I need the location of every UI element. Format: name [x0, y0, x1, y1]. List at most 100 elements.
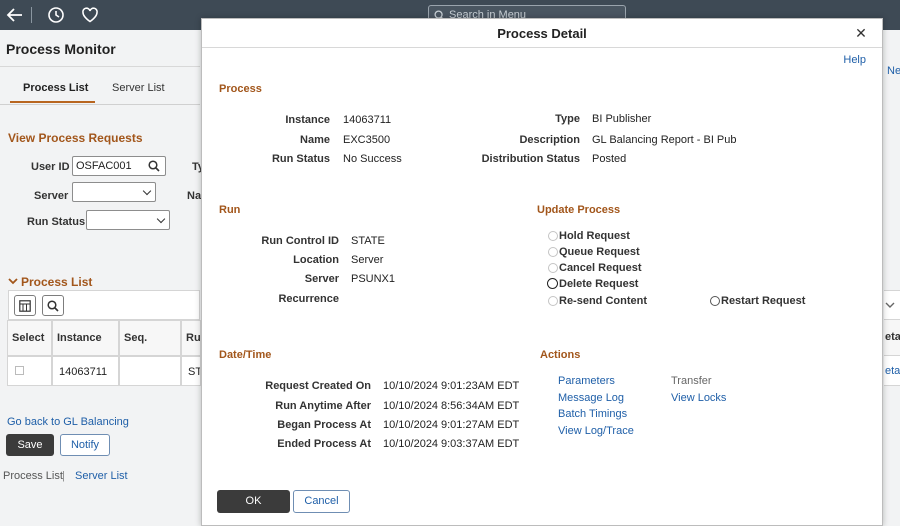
row-select-checkbox[interactable] [15, 366, 24, 375]
grid-toolbar [8, 290, 200, 320]
view-locks-link[interactable]: View Locks [671, 392, 726, 404]
name-label: Name [300, 134, 330, 146]
name-value: EXC3500 [343, 134, 391, 146]
help-link[interactable]: Help [843, 54, 866, 66]
began-process-label: Began Process At [277, 419, 371, 431]
table-row-select [7, 356, 52, 386]
parameters-link[interactable]: Parameters [558, 375, 615, 387]
topbar-divider [31, 7, 32, 23]
process-detail-dialog: Process Detail ✕ Help Process Instance 1… [201, 18, 883, 526]
footer-process-list-link[interactable]: Process List [3, 470, 63, 482]
location-label: Location [293, 254, 339, 266]
location-value: Server [351, 254, 384, 266]
ended-process-label: Ended Process At [277, 438, 371, 450]
dialog-title: Process Detail [497, 26, 587, 41]
column-seq: Seq. [119, 320, 181, 356]
go-back-link[interactable]: Go back to GL Balancing [7, 416, 129, 428]
request-created-date: 10/10/2024 [383, 380, 439, 392]
batch-timings-link[interactable]: Batch Timings [558, 408, 627, 420]
restart-request-radio[interactable]: Restart Request [710, 295, 805, 307]
back-arrow-icon[interactable] [5, 5, 25, 25]
column-details-partial: eta [884, 320, 900, 356]
transfer-text: Transfer [671, 375, 712, 387]
close-icon[interactable]: ✕ [854, 26, 868, 40]
run-control-id-label: Run Control ID [261, 235, 339, 247]
collapse-chevron-icon[interactable] [8, 276, 18, 289]
grid-toolbar-edge [884, 290, 900, 320]
cancel-button[interactable]: Cancel [293, 490, 350, 513]
favorites-heart-icon[interactable] [80, 5, 100, 25]
server-select[interactable] [72, 182, 156, 202]
hold-request-radio[interactable]: Hold Request [548, 230, 630, 242]
user-id-input[interactable]: OSFAC001 [72, 156, 166, 176]
title-divider [0, 66, 200, 67]
tab-divider [0, 104, 200, 105]
details-link-partial[interactable]: eta [884, 356, 900, 386]
view-log-trace-link[interactable]: View Log/Trace [558, 425, 634, 437]
dialog-header-divider [202, 47, 882, 48]
began-process-time: 9:01:27AM EDT [441, 419, 520, 431]
user-id-value: OSFAC001 [76, 160, 132, 172]
instance-value: 14063711 [343, 114, 392, 126]
run-anytime-date: 10/10/2024 [383, 400, 439, 412]
began-process-date: 10/10/2024 [383, 419, 439, 431]
grid-find-button[interactable] [42, 295, 64, 316]
run-section-heading: Run [219, 204, 241, 216]
tab-server-list[interactable]: Server List [112, 82, 165, 94]
recurrence-label: Recurrence [278, 293, 339, 305]
delete-request-radio[interactable]: Delete Request [546, 278, 638, 290]
table-row-seq [119, 356, 181, 386]
user-id-label: User ID [31, 161, 70, 173]
name-label: Na [187, 190, 202, 202]
table-row-run-control: STA [181, 356, 201, 386]
footer-separator: | [62, 470, 65, 482]
cancel-request-radio[interactable]: Cancel Request [548, 262, 642, 274]
background-right-edge: Ne eta eta [884, 30, 900, 526]
datetime-section-heading: Date/Time [219, 349, 272, 361]
run-status-value: No Success [343, 153, 402, 165]
ok-button[interactable]: OK [217, 490, 290, 513]
process-list-heading: Process List [21, 275, 93, 289]
run-anytime-label: Run Anytime After [275, 400, 371, 412]
tab-process-list[interactable]: Process List [23, 82, 88, 94]
lookup-search-icon[interactable] [148, 160, 160, 172]
ended-process-date: 10/10/2024 [383, 438, 439, 450]
footer-server-list-link[interactable]: Server List [75, 470, 128, 482]
chevron-down-icon[interactable] [885, 300, 895, 310]
resend-content-radio[interactable]: Re-send Content [548, 295, 647, 307]
instance-label: Instance [285, 114, 330, 126]
type-label: Type [555, 113, 580, 125]
run-anytime-time: 8:56:34AM EDT [441, 400, 520, 412]
request-created-time: 9:01:23AM EDT [441, 380, 520, 392]
server-label: Server [304, 273, 339, 285]
server-value: PSUNX1 [351, 273, 396, 285]
update-process-heading: Update Process [537, 204, 621, 216]
table-row-instance: 14063711 [52, 356, 119, 386]
history-clock-icon[interactable] [46, 5, 66, 25]
save-button[interactable]: Save [6, 434, 54, 456]
ended-process-time: 9:03:37AM EDT [441, 438, 520, 450]
grid-search-icon [47, 300, 59, 312]
server-label: Server [34, 190, 69, 202]
grid-table-icon [19, 300, 31, 312]
queue-request-radio[interactable]: Queue Request [548, 246, 640, 258]
view-requests-heading: View Process Requests [8, 131, 143, 145]
run-status-select[interactable] [86, 210, 170, 230]
description-value: GL Balancing Report - BI Pub [592, 134, 737, 146]
run-status-label: Run Status [271, 153, 330, 165]
actions-heading: Actions [540, 349, 581, 361]
grid-personalize-button[interactable] [14, 295, 36, 316]
column-instance: Instance [52, 320, 119, 356]
message-log-link[interactable]: Message Log [558, 392, 624, 404]
request-created-label: Request Created On [265, 380, 371, 392]
page-title: Process Monitor [6, 41, 116, 57]
active-tab-indicator [10, 101, 95, 103]
distribution-status-label: Distribution Status [481, 153, 580, 165]
notify-button[interactable]: Notify [60, 434, 110, 456]
type-value: BI Publisher [592, 113, 652, 125]
new-window-link-partial[interactable]: Ne [887, 65, 900, 77]
column-run-control: Ru [181, 320, 201, 356]
run-status-label: Run Status [27, 216, 86, 228]
run-control-id-value: STATE [351, 235, 385, 247]
distribution-status-value: Posted [592, 153, 627, 165]
